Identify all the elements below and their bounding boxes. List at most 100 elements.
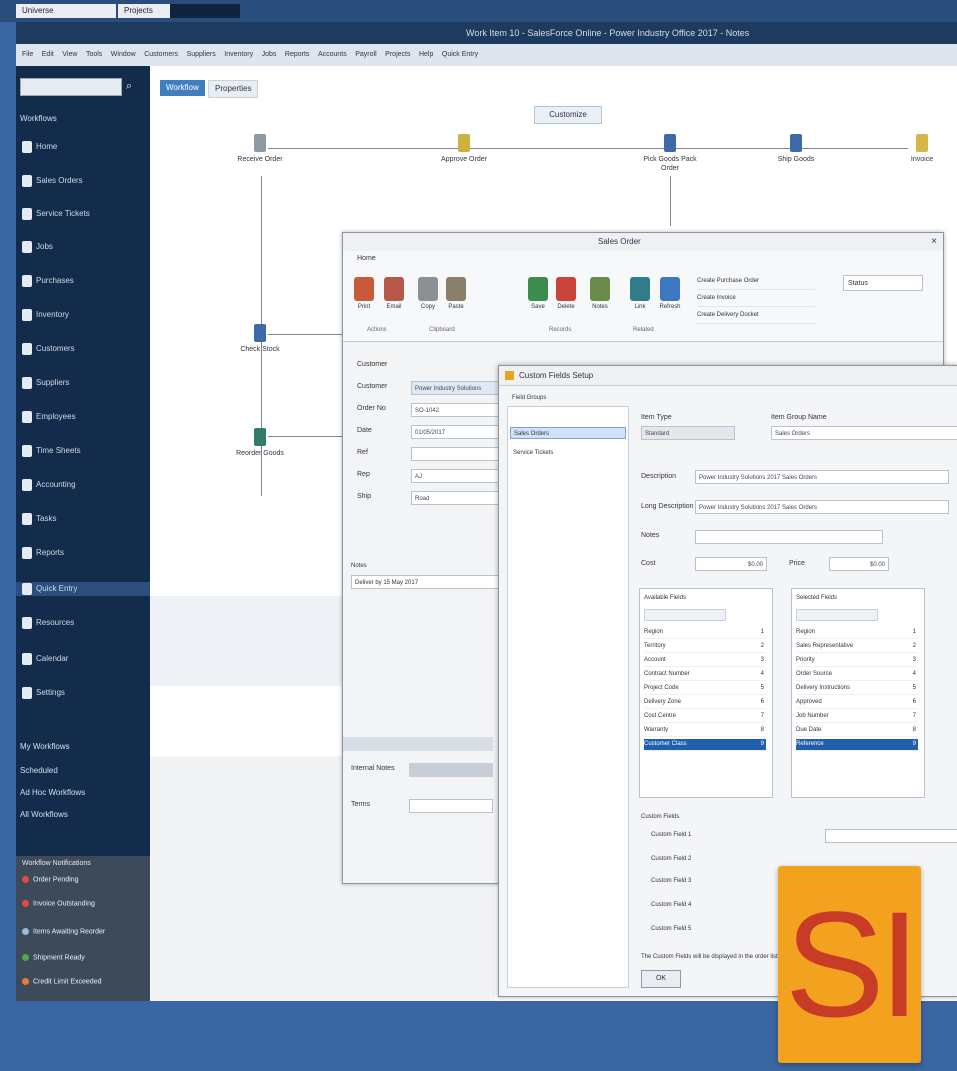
menu-suppliers[interactable]: Suppliers xyxy=(187,44,216,66)
create-delivery-docket-item[interactable]: Create Delivery Docket xyxy=(697,307,815,324)
create-invoice-item[interactable]: Create Invoice xyxy=(697,290,815,307)
list-item[interactable]: Project Code 5 xyxy=(644,683,766,695)
menu-inventory[interactable]: Inventory xyxy=(224,44,253,66)
workflow-node-pick-goods[interactable]: Pick Goods Pack Order xyxy=(640,134,700,173)
sidebar-item-quick-entry[interactable]: Quick Entry xyxy=(16,582,150,596)
copy-button[interactable]: Copy xyxy=(415,277,441,311)
list-item[interactable]: Job Number 7 xyxy=(796,711,918,723)
print-button[interactable]: Print xyxy=(351,277,377,311)
save-button[interactable]: Save xyxy=(525,277,551,311)
customize-button[interactable]: Customize xyxy=(534,106,602,124)
paste-button[interactable]: Paste xyxy=(443,277,469,311)
ship-field[interactable]: Road xyxy=(411,491,501,505)
custom-field-input[interactable] xyxy=(825,829,957,843)
sidebar-item-suppliers[interactable]: Suppliers xyxy=(22,376,69,390)
menu-view[interactable]: View xyxy=(62,44,77,66)
ribbon-tab-home[interactable]: Home xyxy=(357,255,376,262)
sidebar-item-employees[interactable]: Employees xyxy=(22,410,76,424)
menu-jobs[interactable]: Jobs xyxy=(262,44,277,66)
sidebar-group-my-workflows[interactable]: My Workflows xyxy=(20,742,70,751)
menu-customers[interactable]: Customers xyxy=(144,44,178,66)
cost-field[interactable]: $0.00 xyxy=(695,557,767,571)
taskbar-active-window[interactable] xyxy=(170,4,240,18)
long-description-field[interactable]: Power Industry Solutions 2017 Sales Orde… xyxy=(695,500,949,514)
menu-payroll[interactable]: Payroll xyxy=(355,44,376,66)
search-icon[interactable]: ⌕ xyxy=(126,80,136,92)
list-item[interactable]: Region 1 xyxy=(796,627,918,639)
menu-tools[interactable]: Tools xyxy=(86,44,102,66)
sidebar-item-home[interactable]: Home xyxy=(22,140,57,154)
custom-field-row[interactable]: Custom Field 4 xyxy=(651,902,691,908)
order-no-field[interactable]: SO-1042 xyxy=(411,403,501,417)
list-item[interactable]: Due Date 8 xyxy=(796,725,918,737)
list-item[interactable]: Delivery Instructions 5 xyxy=(796,683,918,695)
sidebar-item-jobs[interactable]: Jobs xyxy=(22,240,53,254)
menu-projects[interactable]: Projects xyxy=(385,44,410,66)
list-item[interactable]: Warranty 8 xyxy=(644,725,766,737)
item-group-field[interactable]: Sales Orders xyxy=(771,426,957,440)
email-button[interactable]: Email xyxy=(381,277,407,311)
list-item[interactable]: Approved 6 xyxy=(796,697,918,709)
filter-input[interactable] xyxy=(796,609,878,621)
sidebar-item-customers[interactable]: Customers xyxy=(22,342,75,356)
filter-input[interactable] xyxy=(644,609,726,621)
list-item[interactable]: Service Tickets xyxy=(510,447,626,459)
rep-field[interactable]: AJ xyxy=(411,469,501,483)
close-icon[interactable]: × xyxy=(931,233,937,251)
sidebar-item-inventory[interactable]: Inventory xyxy=(22,308,69,322)
sidebar-group-scheduled[interactable]: Scheduled xyxy=(20,766,58,775)
description-field[interactable]: Power Industry Solutions 2017 Sales Orde… xyxy=(695,470,949,484)
notes-field[interactable] xyxy=(695,530,883,544)
list-item[interactable]: Region 1 xyxy=(644,627,766,639)
custom-field-row[interactable]: Custom Field 5 xyxy=(651,926,691,932)
refresh-button[interactable]: Refresh xyxy=(657,277,683,311)
list-item-selected[interactable]: Reference 9 xyxy=(796,739,918,751)
sidebar-item-tasks[interactable]: Tasks xyxy=(22,512,56,526)
notes-field[interactable]: Deliver by 15 May 2017 xyxy=(351,575,501,589)
notification-item[interactable]: Order Pending xyxy=(22,876,79,883)
date-field[interactable]: 01/05/2017 xyxy=(411,425,501,439)
sidebar-item-accounting[interactable]: Accounting xyxy=(22,478,76,492)
sidebar-item-settings[interactable]: Settings xyxy=(22,686,65,700)
workflow-node-invoice[interactable]: Invoice xyxy=(892,134,952,164)
sidebar-item-time-sheets[interactable]: Time Sheets xyxy=(22,444,81,458)
list-item[interactable]: Sales Orders xyxy=(510,427,626,439)
menu-reports[interactable]: Reports xyxy=(285,44,310,66)
notes-button[interactable]: Notes xyxy=(587,277,613,311)
menu-quick-entry[interactable]: Quick Entry xyxy=(442,44,478,66)
workflow-node-approve-order[interactable]: Approve Order xyxy=(434,134,494,164)
create-purchase-order-item[interactable]: Create Purchase Order xyxy=(697,273,815,290)
ok-button[interactable]: OK xyxy=(641,970,681,988)
notification-item[interactable]: Shipment Ready xyxy=(22,954,85,961)
list-item[interactable]: Priority 3 xyxy=(796,655,918,667)
price-field[interactable]: $0.00 xyxy=(829,557,889,571)
sidebar-group-all[interactable]: All Workflows xyxy=(20,810,68,819)
menu-help[interactable]: Help xyxy=(419,44,433,66)
status-dropdown[interactable]: Status xyxy=(843,275,923,291)
workflow-node-ship-goods[interactable]: Ship Goods xyxy=(766,134,826,164)
workflow-node-receive-order[interactable]: Receive Order xyxy=(230,134,290,164)
link-button[interactable]: Link xyxy=(627,277,653,311)
terms-field[interactable] xyxy=(409,799,493,813)
notification-item[interactable]: Invoice Outstanding xyxy=(22,900,95,907)
menu-edit[interactable]: Edit xyxy=(42,44,54,66)
menu-file[interactable]: File xyxy=(22,44,33,66)
list-item[interactable]: Account 3 xyxy=(644,655,766,667)
workflow-node-check-stock[interactable]: Check Stock xyxy=(230,324,290,354)
list-item-selected[interactable]: Customer Class 9 xyxy=(644,739,766,751)
sidebar-item-service-tickets[interactable]: Service Tickets xyxy=(22,207,90,221)
list-item[interactable]: Delivery Zone 6 xyxy=(644,697,766,709)
sidebar-group-ad-hoc[interactable]: Ad Hoc Workflows xyxy=(20,788,85,797)
item-type-field[interactable]: Standard xyxy=(641,426,735,440)
custom-field-row[interactable]: Custom Field 3 xyxy=(651,878,691,884)
internal-notes-field[interactable] xyxy=(409,763,493,777)
notification-item[interactable]: Credit Limit Exceeded xyxy=(22,978,101,985)
delete-button[interactable]: Delete xyxy=(553,277,579,311)
sidebar-item-sales-orders[interactable]: Sales Orders xyxy=(22,174,83,188)
custom-field-row[interactable]: Custom Field 2 xyxy=(651,856,691,862)
notification-item[interactable]: Items Awaiting Reorder xyxy=(22,928,105,935)
ref-field[interactable] xyxy=(411,447,501,461)
customer-field[interactable]: Power Industry Solutions xyxy=(411,381,501,395)
sidebar-search-input[interactable] xyxy=(20,78,122,96)
list-item[interactable]: Cost Centre 7 xyxy=(644,711,766,723)
